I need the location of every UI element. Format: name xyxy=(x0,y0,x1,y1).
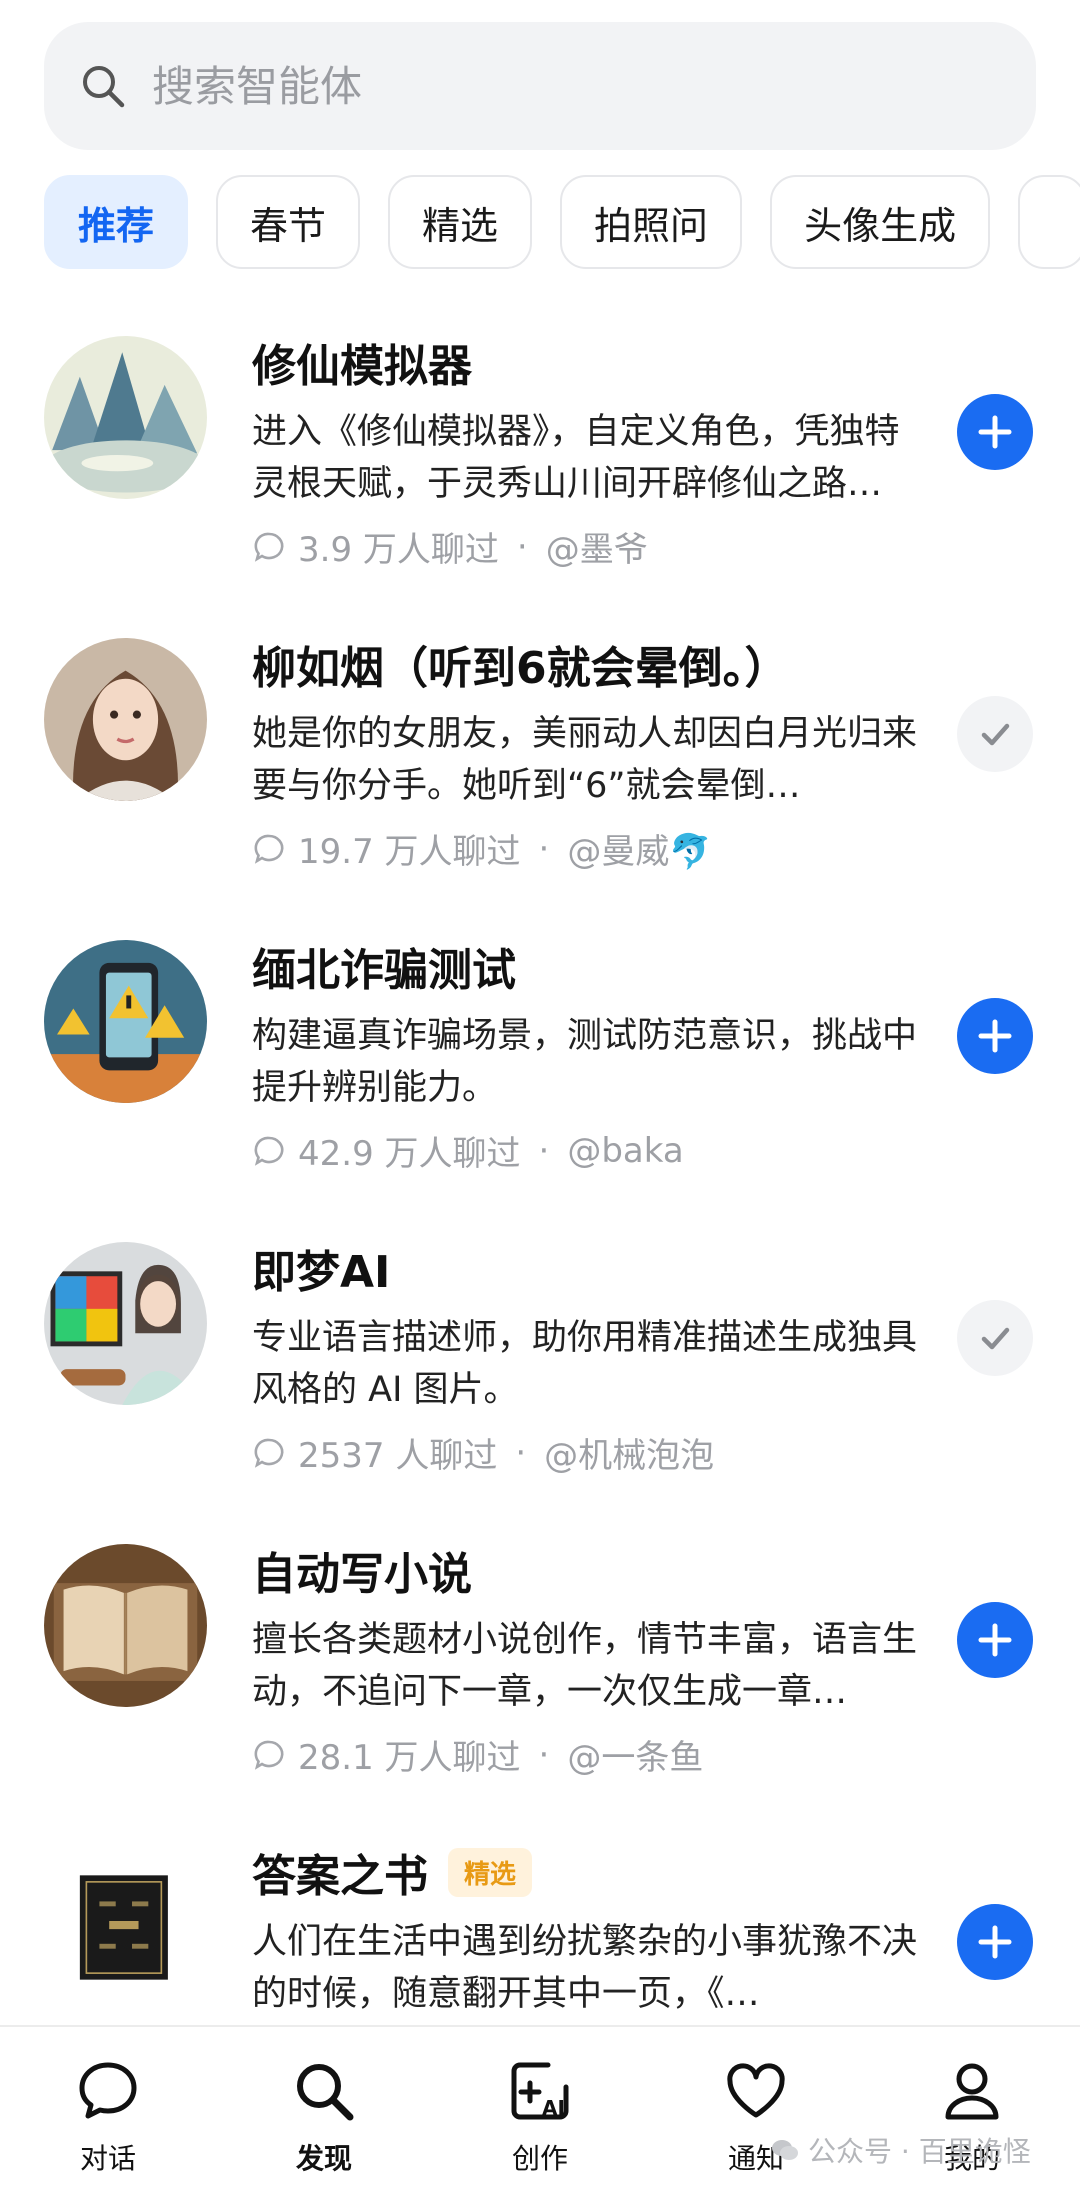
watermark: 公众号 · 百里诡怪 xyxy=(770,2130,1031,2170)
chat-bubble-icon xyxy=(79,2062,137,2119)
nav-create[interactable]: AI 创作 xyxy=(432,2027,648,2197)
tab-spring-festival[interactable]: 春节 xyxy=(216,175,361,269)
plus-icon xyxy=(978,1925,1012,1959)
agent-title: 即梦AI xyxy=(252,1247,391,1298)
list-item[interactable]: 答案之书 精选 人们在生活中遇到纷扰繁杂的小事犹豫不决的时候，随意翻开其中一页，… xyxy=(0,1810,1080,2025)
agent-meta: 28.1 万人聊过 · @一条鱼 xyxy=(252,1730,932,1779)
add-agent-button[interactable] xyxy=(957,394,1033,470)
check-icon xyxy=(981,1327,1010,1350)
list-item[interactable]: 修仙模拟器 进入《修仙模拟器》，自定义角色，凭独特灵根天赋，于灵秀山川间开辟修仙… xyxy=(0,300,1080,602)
featured-badge: 精选 xyxy=(448,1847,533,1897)
profile-icon xyxy=(945,2063,999,2120)
heart-icon xyxy=(727,2063,785,2118)
agent-meta: 42.9 万人聊过 · @baka xyxy=(252,1126,932,1175)
nav-chat[interactable]: 对话 xyxy=(0,2027,216,2197)
agent-title: 自动写小说 xyxy=(252,1549,472,1600)
search-input[interactable] xyxy=(152,61,952,111)
author[interactable]: @墨爷 xyxy=(546,522,648,571)
bottom-nav: 对话 发现 AI 创作 通知 我的 xyxy=(0,2025,1080,2197)
agent-description: 进入《修仙模拟器》，自定义角色，凭独特灵根天赋，于灵秀山川间开辟修仙之路… xyxy=(252,412,900,504)
landscape-avatar xyxy=(44,336,207,499)
agent-description: 专业语言描述师，助你用精准描述生成独具风格的 AI 图片。 xyxy=(252,1318,918,1410)
chat-count-icon xyxy=(254,834,284,864)
nav-discover[interactable]: 发现 xyxy=(216,2027,432,2197)
list-item[interactable]: 自动写小说 擅长各类题材小说创作，情节丰富，语言生动，不追问下一章，一次仅生成一… xyxy=(0,1508,1080,1810)
chat-count: 28.1 万人聊过 xyxy=(298,1738,521,1778)
tab-avatar-gen[interactable]: 头像生成 xyxy=(770,175,991,269)
chat-count-icon xyxy=(254,1740,284,1770)
svg-text:AI: AI xyxy=(542,2096,565,2120)
check-icon xyxy=(981,723,1010,746)
nav-profile[interactable]: 我的 xyxy=(864,2027,1080,2197)
agent-meta: 2537 人聊过 · @机械泡泡 xyxy=(252,1428,932,1477)
add-agent-button[interactable] xyxy=(957,1602,1033,1678)
add-agent-button[interactable] xyxy=(957,1904,1033,1980)
chat-count: 3.9 万人聊过 xyxy=(298,530,499,570)
search-icon xyxy=(83,66,125,108)
chat-count-icon xyxy=(254,1438,284,1468)
category-tabs: 推荐 春节 精选 拍照问 头像生成 xyxy=(44,175,1080,269)
tab-recommend[interactable]: 推荐 xyxy=(44,175,189,269)
tab-photo-ask[interactable]: 拍照问 xyxy=(560,175,743,269)
open-book-avatar xyxy=(44,1544,207,1707)
chat-count-icon xyxy=(254,1136,284,1166)
search-bar[interactable] xyxy=(44,22,1036,150)
agent-description: 擅长各类题材小说创作，情节丰富，语言生动，不追问下一章，一次仅生成一章… xyxy=(252,1620,918,1712)
author[interactable]: @机械泡泡 xyxy=(544,1428,714,1477)
nav-label: 发现 xyxy=(295,2142,352,2175)
tab-featured[interactable]: 精选 xyxy=(388,175,533,269)
list-item[interactable]: 即梦AI 专业语言描述师，助你用精准描述生成独具风格的 AI 图片。 2537 … xyxy=(0,1206,1080,1508)
list-item[interactable]: 柳如烟（听到6就会晕倒。） 她是你的女朋友，美丽动人却因白月光归来要与你分手。她… xyxy=(0,602,1080,904)
tab-more[interactable] xyxy=(1018,175,1080,269)
wechat-icon xyxy=(772,2140,798,2160)
plus-icon xyxy=(978,415,1012,449)
painter-avatar xyxy=(44,1242,207,1405)
author[interactable]: @一条鱼 xyxy=(567,1730,703,1779)
nav-label: 对话 xyxy=(79,2142,136,2175)
agent-description: 她是你的女朋友，美丽动人却因白月光归来要与你分手。她听到“6”就会晕倒… xyxy=(252,714,918,806)
chat-count-icon xyxy=(254,532,284,562)
agent-title: 答案之书 xyxy=(252,1851,428,1902)
chat-count: 2537 人聊过 xyxy=(298,1436,498,1476)
search-icon xyxy=(297,2064,354,2121)
create-ai-icon: AI xyxy=(511,2062,569,2120)
chat-count: 42.9 万人聊过 xyxy=(298,1134,521,1174)
chat-count: 19.7 万人聊过 xyxy=(298,832,521,872)
watermark-text: 公众号 · 百里诡怪 xyxy=(808,2135,1031,2168)
nav-notifications[interactable]: 通知 xyxy=(648,2027,864,2197)
agent-title: 柳如烟（听到6就会晕倒。） xyxy=(252,643,789,694)
agent-meta: 19.7 万人聊过 · @曼威🐬 xyxy=(252,824,932,873)
nav-label: 创作 xyxy=(511,2142,568,2175)
agent-list: 修仙模拟器 进入《修仙模拟器》，自定义角色，凭独特灵根天赋，于灵秀山川间开辟修仙… xyxy=(0,300,1080,2025)
agent-meta: 3.9 万人聊过 · @墨爷 xyxy=(252,522,932,571)
plus-icon xyxy=(978,1623,1012,1657)
added-agent-button[interactable] xyxy=(957,1300,1033,1376)
added-agent-button[interactable] xyxy=(957,696,1033,772)
plus-icon xyxy=(978,1019,1012,1053)
author[interactable]: @baka xyxy=(567,1131,683,1171)
agent-description: 人们在生活中遇到纷扰繁杂的小事犹豫不决的时候，随意翻开其中一页，《… xyxy=(252,1922,918,2014)
agent-description: 构建逼真诈骗场景，测试防范意识，挑战中提升辨别能力。 xyxy=(252,1016,918,1108)
black-book-avatar xyxy=(44,1846,207,2009)
author[interactable]: @曼威🐬 xyxy=(567,824,711,873)
phone-warning-avatar xyxy=(44,940,207,1103)
list-item[interactable]: 缅北诈骗测试 构建逼真诈骗场景，测试防范意识，挑战中提升辨别能力。 42.9 万… xyxy=(0,904,1080,1206)
agent-title: 缅北诈骗测试 xyxy=(252,945,516,996)
agent-title: 修仙模拟器 xyxy=(252,341,472,392)
add-agent-button[interactable] xyxy=(957,998,1033,1074)
woman-portrait-avatar xyxy=(44,638,207,801)
